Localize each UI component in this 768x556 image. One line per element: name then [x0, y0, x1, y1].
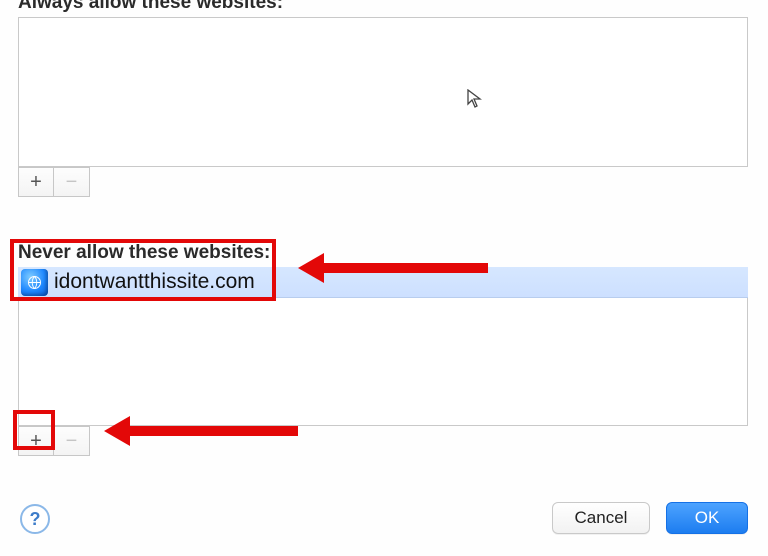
- always-remove-button[interactable]: −: [54, 167, 90, 197]
- ok-button[interactable]: OK: [666, 502, 748, 534]
- annotation-arrow-2: [104, 416, 298, 446]
- never-list-item-text: idontwantthissite.com: [54, 270, 255, 294]
- globe-icon: [21, 269, 48, 296]
- never-add-button[interactable]: +: [18, 426, 54, 456]
- cursor-icon: [467, 89, 483, 109]
- cancel-button[interactable]: Cancel: [552, 502, 650, 534]
- always-add-button[interactable]: +: [18, 167, 54, 197]
- never-remove-button[interactable]: −: [54, 426, 90, 456]
- never-allow-list[interactable]: [18, 298, 748, 426]
- always-allow-list[interactable]: [18, 17, 748, 167]
- help-button[interactable]: ?: [20, 504, 50, 534]
- annotation-arrow-1: [298, 253, 488, 283]
- always-allow-label: Always allow these websites:: [18, 0, 750, 14]
